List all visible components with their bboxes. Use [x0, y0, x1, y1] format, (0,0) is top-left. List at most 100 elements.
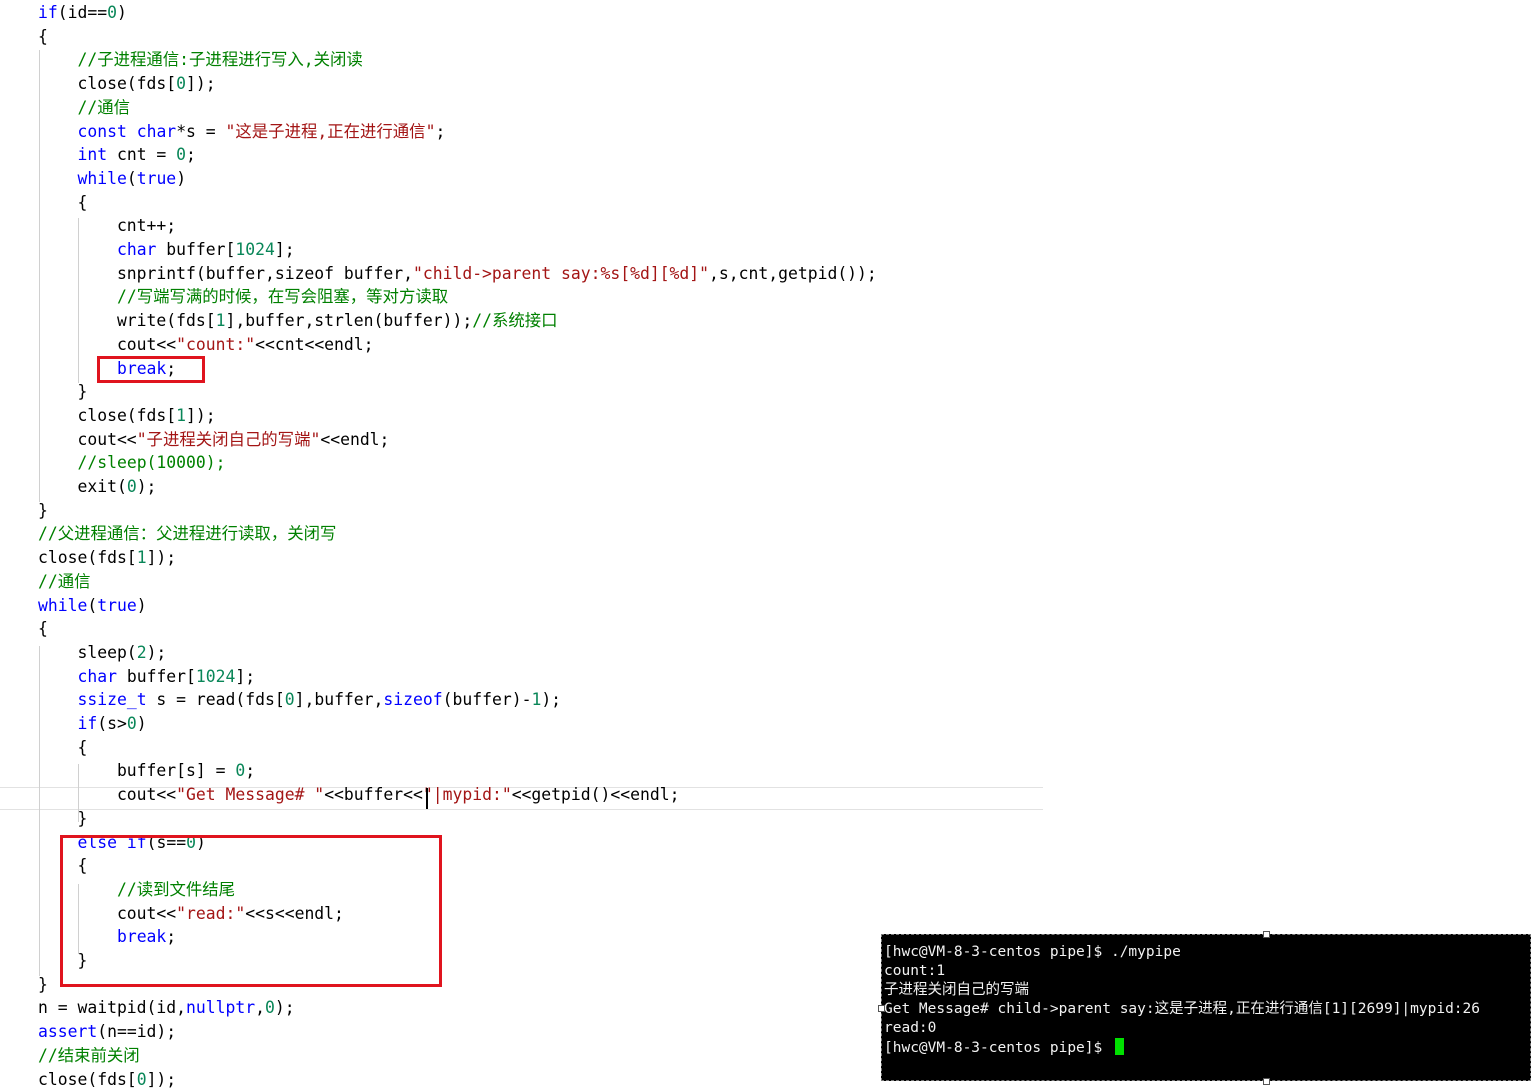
code-token: ( — [126, 168, 137, 188]
code-editor[interactable]: if(id==0){ //子进程通信:子进程进行写入,关闭读 close(fds… — [0, 0, 1531, 1089]
code-line: if(id==0) — [38, 1, 127, 25]
terminal-line: Get Message# child->parent say:这是子进程,正在进… — [884, 1001, 1480, 1017]
code-token: write(fds[ — [38, 311, 216, 331]
code-token: close(fds[ — [38, 405, 177, 425]
code-token: true — [136, 168, 177, 188]
code-token: , — [255, 998, 265, 1018]
code-token: ); — [146, 642, 167, 662]
code-token: ); — [136, 477, 157, 496]
code-token: { — [38, 26, 48, 46]
code-token: (id== — [57, 3, 108, 22]
code-line: } — [38, 380, 87, 404]
code-token: ); — [274, 998, 295, 1018]
selection-handle[interactable] — [878, 1005, 885, 1012]
code-token: sizeof — [383, 690, 443, 710]
code-token: 0 — [107, 3, 117, 22]
code-token: 0 — [126, 477, 137, 496]
code-line: sleep(2); — [38, 641, 166, 665]
code-token: close(fds[ — [38, 74, 177, 94]
code-token: //结束前关闭 — [38, 1045, 140, 1065]
code-line: close(fds[0]); — [38, 1068, 176, 1092]
code-token: <<getpid()<<endl; — [511, 785, 680, 805]
code-line: } — [38, 807, 87, 831]
code-line: //父进程通信：父进程进行读取，关闭写 — [38, 522, 336, 546]
code-token: cout<< — [38, 429, 137, 449]
code-token: "|mypid:" — [422, 785, 512, 805]
code-token: const — [77, 121, 127, 141]
code-token: ) — [136, 714, 147, 733]
code-token: //系统接口 — [472, 311, 558, 331]
code-line: while(true) — [38, 594, 147, 618]
selection-handle[interactable] — [1263, 931, 1270, 938]
code-token: { — [38, 737, 88, 757]
code-token: ); — [541, 690, 562, 710]
terminal-line: [hwc@VM-8-3-centos pipe]$ ./mypipe — [884, 944, 1181, 960]
code-token: ]; — [274, 240, 295, 259]
code-line: } — [38, 499, 48, 523]
code-token: "子进程关闭自己的写端" — [136, 429, 321, 449]
code-token: n = waitpid(id, — [38, 998, 187, 1018]
code-token: buffer[ — [156, 240, 236, 259]
code-token: ]); — [186, 405, 216, 425]
code-token: int — [77, 145, 108, 165]
terminal-line: 子进程关闭自己的写端 — [884, 982, 1029, 998]
code-token: } — [38, 382, 88, 402]
code-token: ]); — [146, 1069, 177, 1089]
code-token: char — [77, 666, 117, 686]
code-token: true — [97, 595, 137, 615]
code-token: ],buffer,strlen(buffer)); — [225, 311, 473, 331]
code-line: snprintf(buffer,sizeof buffer,"child->pa… — [38, 262, 877, 286]
code-token: } — [38, 808, 88, 828]
code-token: } — [38, 500, 48, 520]
code-token: exit( — [38, 477, 127, 496]
code-line: const char*s = "这是子进程,正在进行通信"; — [38, 120, 445, 144]
code-line: buffer[s] = 0; — [38, 759, 255, 783]
code-line: //通信 — [38, 570, 91, 594]
code-line: if(s>0) — [38, 712, 147, 736]
code-token: 0 — [176, 74, 187, 94]
code-token: buffer[s] = — [38, 761, 236, 781]
code-line: //sleep(10000); — [38, 451, 226, 475]
code-token: "child->parent say:%s[%d][%d]" — [412, 263, 710, 283]
code-token: "Get Message# " — [176, 785, 325, 805]
code-line: //子进程通信:子进程进行写入,关闭读 — [38, 48, 362, 72]
code-line: ssize_t s = read(fds[0],buffer,sizeof(bu… — [38, 688, 561, 712]
code-token: (n==id); — [97, 1022, 177, 1042]
code-token: ) — [116, 3, 127, 22]
code-token: sleep( — [38, 642, 137, 662]
code-line: exit(0); — [38, 475, 156, 499]
code-token: ],buffer, — [294, 690, 384, 710]
highlight-box-else-branch — [60, 835, 442, 987]
code-token: (buffer)- — [442, 690, 532, 710]
code-token: s = read(fds[ — [146, 690, 285, 710]
code-token: //sleep(10000); — [77, 453, 226, 473]
code-line: { — [38, 736, 87, 760]
code-token: ; — [186, 145, 196, 165]
code-token: cnt = — [107, 145, 177, 165]
code-token: "这是子进程,正在进行通信" — [225, 121, 436, 141]
code-token: ,s,cnt,getpid()); — [709, 263, 877, 283]
selection-handle[interactable] — [1263, 1078, 1270, 1085]
terminal-line: count:1 — [884, 963, 946, 979]
code-line: cout<<"子进程关闭自己的写端"<<endl; — [38, 428, 389, 452]
terminal-prompt-line: [hwc@VM-8-3-centos pipe]$ — [884, 1038, 1124, 1057]
code-token: cout<< — [38, 334, 177, 354]
terminal-window[interactable]: [hwc@VM-8-3-centos pipe]$ ./mypipe count… — [881, 934, 1531, 1081]
code-token: <<buffer<< — [324, 785, 423, 805]
code-line: //结束前关闭 — [38, 1044, 140, 1068]
code-token: ; — [435, 121, 446, 141]
code-token: 1024 — [235, 240, 275, 259]
code-token: *s = — [176, 121, 226, 141]
code-token: ]); — [146, 548, 177, 568]
code-line: cout<<"count:"<<cnt<<endl; — [38, 333, 374, 357]
code-token: { — [38, 192, 88, 212]
code-token: ) — [176, 168, 187, 188]
code-token: ; — [245, 761, 256, 781]
